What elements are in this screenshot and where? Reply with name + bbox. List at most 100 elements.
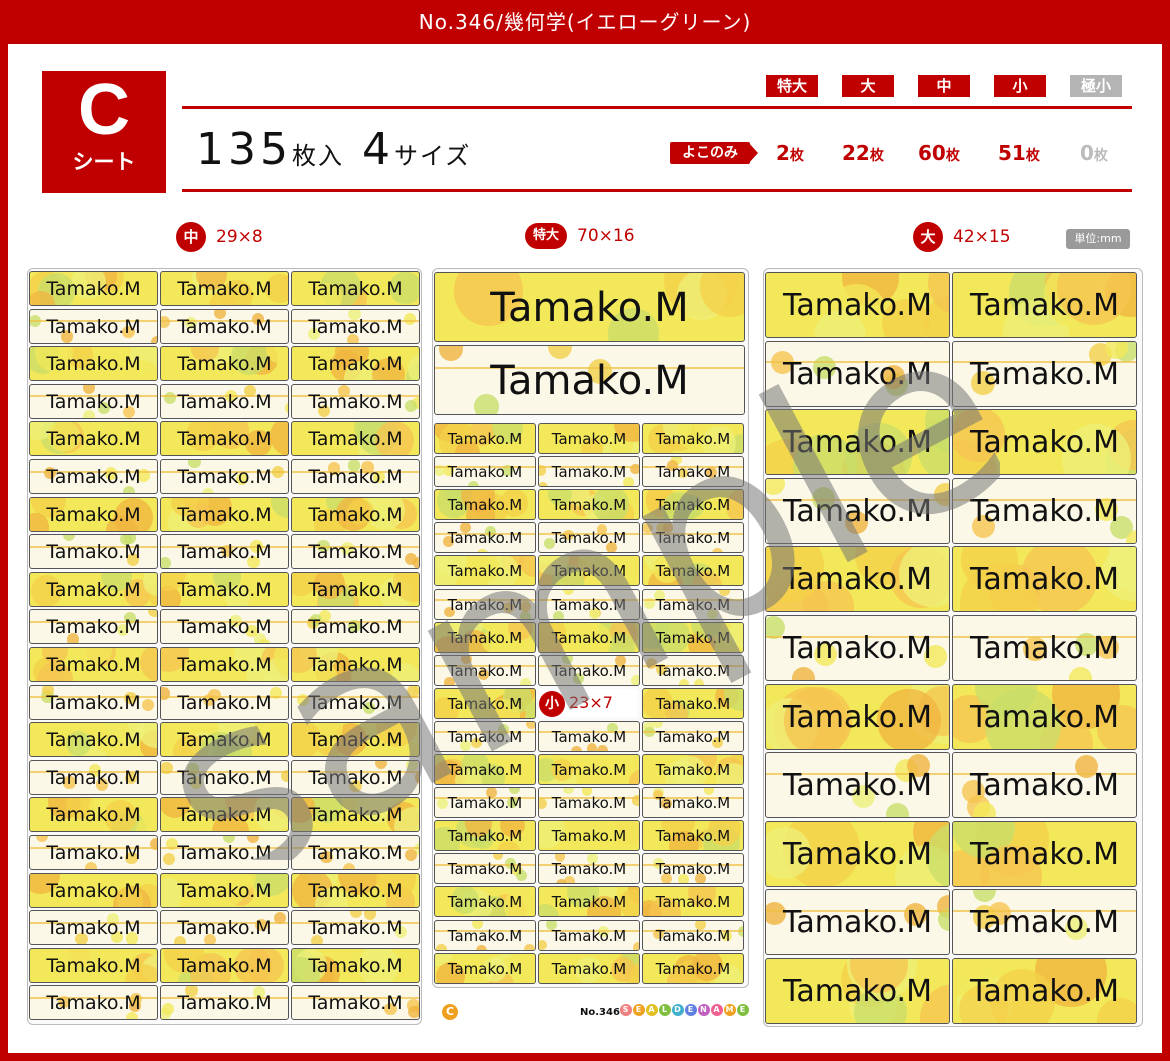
small-label: Tamako.M <box>538 787 640 819</box>
decor-dot <box>406 760 419 772</box>
label-text: Tamako.M <box>783 288 932 323</box>
decor-dot <box>437 797 448 809</box>
label-text: Tamako.M <box>551 562 627 581</box>
total-count-unit: 枚入 <box>291 142 344 170</box>
decor-dot <box>885 802 909 818</box>
label-text: Tamako.M <box>46 729 141 752</box>
label-text: Tamako.M <box>551 860 627 879</box>
decor-dot <box>405 399 418 412</box>
small-label: Tamako.M <box>642 952 744 984</box>
decor-dot <box>161 556 172 569</box>
small-label: Tamako.M <box>538 555 640 587</box>
label-text: Tamako.M <box>308 315 403 338</box>
label-text: Tamako.M <box>447 860 523 879</box>
medium-size-label: 中 29×8 <box>176 222 263 252</box>
decor-dot <box>933 483 949 507</box>
label-text: Tamako.M <box>46 842 141 864</box>
label-text: Tamako.M <box>447 926 523 945</box>
label-text: Tamako.M <box>783 699 932 735</box>
small-label: Tamako.M <box>642 853 744 885</box>
decor-dot <box>163 391 176 404</box>
medium-label: Tamako.M <box>29 609 158 645</box>
label-text: Tamako.M <box>970 562 1119 598</box>
decor-dot <box>403 312 416 325</box>
decor-dot <box>405 848 418 861</box>
small-label: Tamako.M <box>642 886 744 918</box>
label-text: Tamako.M <box>308 879 403 902</box>
label-text: Tamako.M <box>46 879 141 902</box>
label-text: Tamako.M <box>447 794 523 813</box>
xlarge-size-label: 特大 70×16 <box>525 222 635 250</box>
medium-label: Tamako.M <box>160 872 289 908</box>
large-label: Tamako.M <box>952 272 1137 338</box>
label-text: Tamako.M <box>783 356 932 392</box>
label-text: Tamako.M <box>46 954 141 977</box>
medium-label: Tamako.M <box>291 421 420 457</box>
small-size-label: 小 23×7 <box>539 689 637 717</box>
label-text: Tamako.M <box>177 804 272 827</box>
decor-dot <box>475 945 487 950</box>
label-text: Tamako.M <box>655 727 731 746</box>
large-label: Tamako.M <box>765 477 950 544</box>
medium-label: Tamako.M <box>29 647 158 682</box>
decor-dot <box>279 572 288 589</box>
decor-dot <box>525 721 535 729</box>
label-text: Tamako.M <box>655 529 731 548</box>
medium-label: Tamako.M <box>160 985 289 1021</box>
label-text: Tamako.M <box>655 827 731 846</box>
small-label: Tamako.M <box>642 820 744 852</box>
sheet-letter: C <box>78 70 130 150</box>
xlarge-tag: 特大 <box>525 223 568 249</box>
label-text: Tamako.M <box>655 893 731 912</box>
brand-letter: A <box>646 1004 658 1016</box>
decor-dot <box>1068 666 1093 680</box>
label-text: Tamako.M <box>177 278 272 300</box>
label-text: Tamako.M <box>46 428 141 451</box>
label-text: Tamako.M <box>551 893 627 912</box>
medium-label: Tamako.M <box>160 835 289 870</box>
large-dimensions: 42×15 <box>953 227 1011 247</box>
label-text: Tamako.M <box>177 466 272 488</box>
large-label: Tamako.M <box>765 272 950 338</box>
small-label: Tamako.M <box>642 621 744 653</box>
label-text: Tamako.M <box>177 428 272 451</box>
label-text: Tamako.M <box>308 691 403 714</box>
label-text: Tamako.M <box>177 503 272 526</box>
medium-label: Tamako.M <box>160 947 289 983</box>
small-label: Tamako.M <box>538 754 640 785</box>
small-label: Tamako.M <box>434 489 536 521</box>
label-text: Tamako.M <box>551 496 627 515</box>
medium-label: Tamako.M <box>160 383 289 419</box>
medium-label: Tamako.M <box>160 271 289 306</box>
medium-label: Tamako.M <box>29 421 158 457</box>
label-text: Tamako.M <box>447 628 523 647</box>
label-text: Tamako.M <box>551 529 627 548</box>
horizontal-only-label: よこのみ <box>670 142 750 164</box>
label-text: Tamako.M <box>308 578 403 601</box>
label-text: Tamako.M <box>970 356 1119 392</box>
label-text: Tamako.M <box>46 466 141 488</box>
label-text: Tamako.M <box>551 761 627 779</box>
label-text: Tamako.M <box>783 836 932 872</box>
medium-label: Tamako.M <box>29 383 158 419</box>
size-count-unit: サイズ <box>393 142 472 170</box>
label-text: Tamako.M <box>447 562 523 581</box>
count-xlarge: 2枚 <box>776 141 804 165</box>
decor-dot <box>652 721 664 728</box>
small-label: Tamako.M <box>642 588 744 620</box>
label-text: Tamako.M <box>177 654 272 676</box>
label-text: Tamako.M <box>783 768 932 804</box>
medium-label: Tamako.M <box>291 947 420 983</box>
small-label: Tamako.M <box>434 853 536 885</box>
label-text: Tamako.M <box>655 463 731 482</box>
label-text: Tamako.M <box>655 661 731 680</box>
label-text: Tamako.M <box>177 315 272 338</box>
brand-letter: E <box>633 1004 645 1016</box>
medium-label: Tamako.M <box>291 910 420 946</box>
large-label: Tamako.M <box>765 340 950 407</box>
label-text: Tamako.M <box>970 425 1119 461</box>
decor-dot <box>435 943 447 950</box>
label-text: Tamako.M <box>551 926 627 945</box>
small-label: Tamako.M <box>538 456 640 488</box>
label-text: Tamako.M <box>308 353 403 376</box>
